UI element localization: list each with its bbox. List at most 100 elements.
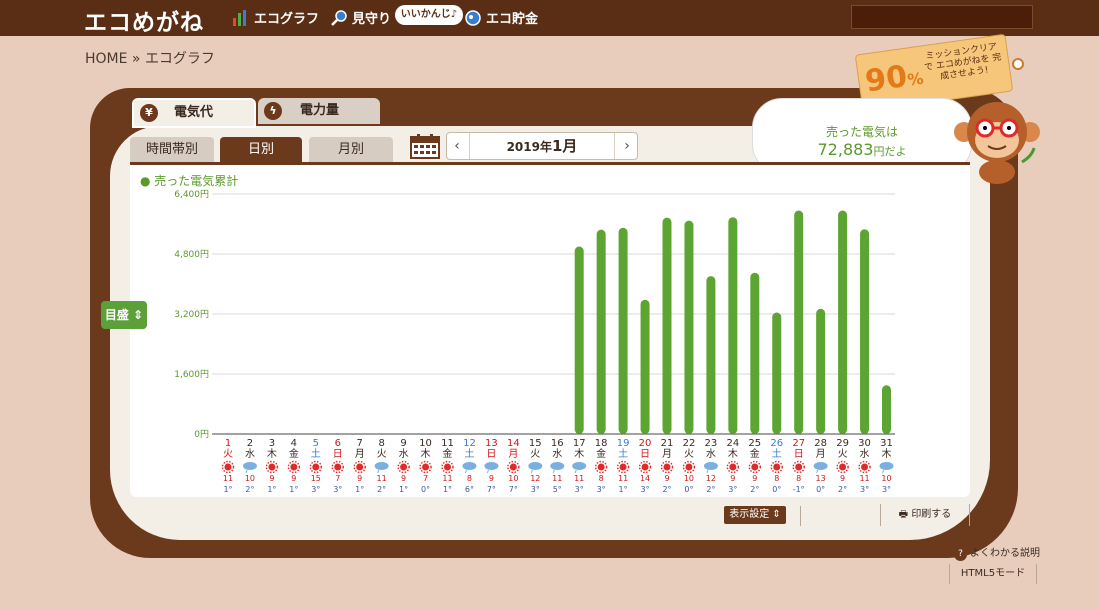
rain-icon [574, 469, 577, 474]
day-number: 4 [291, 438, 297, 449]
day-number: 27 [792, 438, 805, 449]
cloud-icon [879, 462, 894, 470]
sun-icon [685, 463, 693, 471]
day-number: 25 [748, 438, 761, 449]
low-temp: 1° [399, 485, 408, 494]
data-bar [882, 385, 891, 434]
high-temp: 8 [796, 474, 801, 483]
nav-eco-savings[interactable]: エコ貯金 [464, 8, 538, 27]
day-number: 24 [726, 438, 739, 449]
low-temp: 3° [860, 485, 869, 494]
app-logo[interactable]: エコめがね [84, 3, 204, 37]
day-number: 16 [551, 438, 564, 449]
tab-label: 電気代 [174, 105, 214, 120]
high-temp: 11 [552, 474, 562, 483]
day-number: 31 [880, 438, 893, 449]
tab-hourly[interactable]: 時間帯別 [130, 137, 214, 162]
mission-message: ミッションクリアで エコめがねを 完成させよう! [923, 42, 1003, 83]
day-of-week: 水 [399, 448, 409, 460]
cloud-icon [528, 462, 543, 470]
day-number: 23 [705, 438, 718, 449]
sun-icon [663, 463, 671, 471]
high-temp: 9 [401, 474, 406, 483]
high-temp: 10 [684, 474, 694, 483]
data-bar [838, 210, 848, 434]
low-temp: 2° [662, 485, 671, 494]
day-of-week: 土 [464, 447, 474, 460]
day-of-week: 水 [245, 448, 255, 460]
breadcrumb[interactable]: HOME » エコグラフ [85, 48, 215, 68]
calendar-icon[interactable] [410, 133, 440, 159]
day-of-week: 日 [333, 449, 343, 460]
piggy-bank-icon [465, 9, 481, 26]
next-month-button[interactable]: › [617, 133, 637, 159]
cloud-icon [572, 462, 587, 470]
scale-button[interactable]: 目盛 ⇕ [101, 301, 147, 329]
sun-icon [290, 463, 298, 471]
tab-electricity-cost[interactable]: ¥ 電気代 [132, 98, 256, 128]
low-temp: 1° [443, 485, 452, 494]
day-number: 30 [858, 438, 871, 449]
day-number: 21 [661, 438, 674, 449]
day-of-week: 金 [596, 447, 606, 460]
magnifier-icon [331, 9, 347, 26]
y-tick-label: 4,800円 [174, 249, 209, 260]
day-of-week: 火 [377, 448, 387, 460]
day-number: 20 [639, 438, 652, 449]
high-temp: 11 [574, 474, 584, 483]
low-temp: 1° [223, 485, 232, 494]
nav-label: 見守り [352, 12, 392, 27]
tab-daily[interactable]: 日別 [220, 137, 302, 162]
day-number: 17 [573, 438, 586, 449]
high-temp: 10 [508, 474, 518, 483]
display-settings-button[interactable]: 表示設定 ⇕ [724, 506, 786, 524]
print-button[interactable]: 🖶 印刷する [880, 504, 970, 526]
status-bubble: いいかんじ♪ [395, 5, 463, 25]
low-temp: 3° [311, 485, 320, 494]
day-number: 3 [269, 438, 275, 449]
low-temp: 0° [816, 485, 825, 494]
cloud-icon [703, 462, 718, 470]
prev-month-button[interactable]: ‹ [447, 133, 467, 159]
low-temp: 2° [377, 485, 386, 494]
y-tick-label: 6,400円 [174, 189, 209, 200]
sold-electricity-label: 売った電気は [825, 125, 898, 139]
low-temp: 2° [245, 485, 254, 494]
tag-string-icon [1012, 58, 1024, 70]
day-number: 28 [814, 438, 827, 449]
day-of-week: 火 [684, 448, 694, 460]
day-number: 6 [335, 438, 341, 449]
month-label: 1月 [551, 137, 578, 155]
day-number: 9 [400, 438, 406, 449]
y-tick-label: 0円 [194, 429, 209, 440]
rain-icon [882, 469, 884, 474]
high-temp: 11 [618, 474, 628, 483]
cloud-icon [462, 462, 477, 470]
help-link[interactable]: ? よくわかる説明 [954, 544, 1040, 561]
tab-monthly[interactable]: 月別 [309, 137, 393, 162]
low-temp: 1° [355, 485, 364, 494]
high-temp: 8 [774, 474, 779, 483]
low-temp: 3° [333, 485, 342, 494]
day-of-week: 土 [311, 447, 321, 460]
data-bar [750, 272, 760, 434]
nav-eco-graph[interactable]: エコグラフ [232, 8, 319, 27]
tab-power-amount[interactable]: ϟ 電力量 [258, 98, 380, 124]
sun-icon [773, 463, 781, 471]
day-number: 29 [836, 438, 849, 449]
day-number: 8 [378, 438, 384, 449]
divider [800, 506, 801, 526]
rain-icon [464, 469, 467, 474]
sun-icon [729, 463, 737, 471]
day-of-week: 金 [289, 447, 299, 460]
html5-mode-button[interactable]: HTML5モード [949, 564, 1037, 584]
data-bar [574, 246, 584, 434]
sun-icon [795, 463, 803, 471]
day-number: 5 [313, 438, 319, 449]
nav-watch[interactable]: 見守り [330, 8, 391, 27]
high-temp: 8 [599, 474, 604, 483]
day-number: 18 [595, 438, 608, 449]
day-number: 1 [225, 438, 231, 449]
rain-icon [486, 469, 489, 474]
low-temp: 6° [465, 485, 474, 494]
